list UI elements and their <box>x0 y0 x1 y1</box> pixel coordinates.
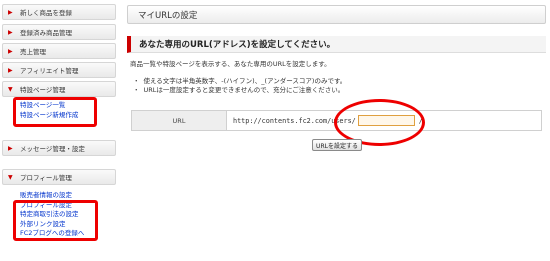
sidebar: ▶ 新しく商品を登録 ▶ 登録済み商品管理 ▶ 売上管理 ▶ アフィリエイト管理… <box>0 0 118 261</box>
note-item: ・使える文字は半角英数字、-(ハイフン)、_(アンダースコア)のみです。 <box>133 77 347 85</box>
page-title: マイURLの設定 <box>127 5 546 24</box>
menu-item-sales[interactable]: ▶ 売上管理 <box>2 43 116 59</box>
menu-item-label: 売上管理 <box>20 48 46 56</box>
arrow-right-icon: ▶ <box>8 144 13 152</box>
menu-item-new-product[interactable]: ▶ 新しく商品を登録 <box>2 4 116 20</box>
menu-item-label: 特設ページ管理 <box>20 86 66 94</box>
bullet-icon: ・ <box>133 77 140 85</box>
set-url-button[interactable]: URLを設定する <box>312 139 362 151</box>
annotation-highlight-box <box>13 97 97 127</box>
menu-item-label: プロフィール管理 <box>20 174 72 182</box>
menu-item-label: 登録済み商品管理 <box>20 29 72 37</box>
menu-item-label: 新しく商品を登録 <box>20 9 72 17</box>
menu-item-registered-products[interactable]: ▶ 登録済み商品管理 <box>2 24 116 40</box>
arrow-right-icon: ▶ <box>8 28 13 36</box>
menu-item-affiliate[interactable]: ▶ アフィリエイト管理 <box>2 62 116 78</box>
menu-item-profile[interactable]: ▼ プロフィール管理 <box>2 169 116 185</box>
notes-list: ・使える文字は半角英数字、-(ハイフン)、_(アンダースコア)のみです。 ・ UR… <box>133 77 346 94</box>
menu-item-special-pages[interactable]: ▼ 特設ページ管理 <box>2 81 116 97</box>
menu-item-messages[interactable]: ▶ メッセージ管理・設定 <box>2 140 116 156</box>
arrow-right-icon: ▶ <box>8 47 13 55</box>
annotation-highlight-box <box>13 200 98 241</box>
note-item: ・ URLは一度設定すると変更できませんので、充分にご注意ください。 <box>133 85 345 94</box>
arrow-right-icon: ▶ <box>8 66 13 74</box>
menu-item-label: アフィリエイト管理 <box>20 67 79 75</box>
url-label: URL <box>132 111 227 130</box>
bullet-icon: ・ <box>133 85 140 94</box>
menu-item-label: メッセージ管理・設定 <box>20 145 85 153</box>
description-text: 商品一覧や特設ページを表示する、あなた専用のURLを設定します。 <box>130 60 331 68</box>
arrow-right-icon: ▶ <box>8 8 13 16</box>
main-content: マイURLの設定 あなた専用のURL(アドレス)を設定してください。 商品一覧や… <box>127 0 550 261</box>
arrow-down-icon: ▼ <box>8 85 13 93</box>
arrow-down-icon: ▼ <box>8 173 13 181</box>
section-title: あなた専用のURL(アドレス)を設定してください。 <box>127 36 546 53</box>
